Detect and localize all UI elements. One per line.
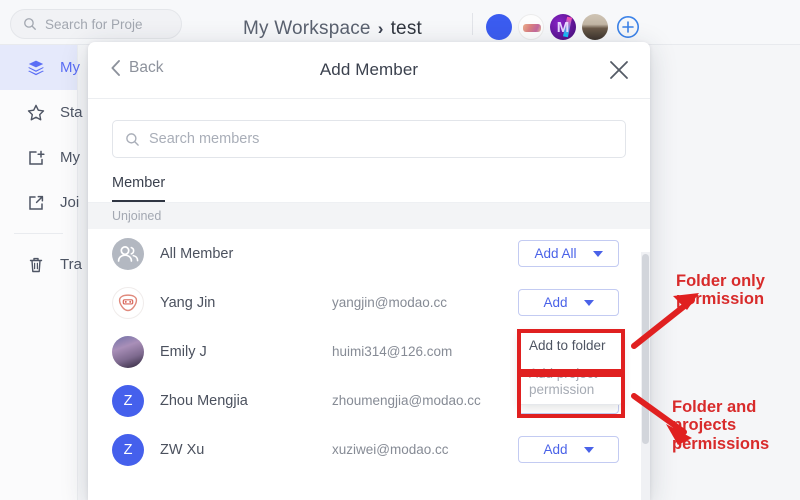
annotation-folder-and-projects: Folder and projects permissions xyxy=(672,398,800,453)
app-root: Search for Proje My Workspace › test xyxy=(0,0,800,500)
all-member-group-icon xyxy=(112,238,144,270)
add-member-modal: Back Add Member Search members Member Un… xyxy=(88,42,650,500)
add-all-button[interactable]: Add All xyxy=(518,240,619,267)
layers-icon xyxy=(26,58,46,78)
breadcrumb-root[interactable]: My Workspace xyxy=(243,18,371,40)
member-search-placeholder: Search members xyxy=(149,131,259,147)
sidebar-item-label: My xyxy=(60,59,80,76)
member-email: yangjin@modao.cc xyxy=(332,295,447,310)
caret-down-icon[interactable] xyxy=(584,447,594,453)
avatar-initial: Z xyxy=(124,442,133,458)
member-avatar-stack xyxy=(486,14,640,40)
sidebar-item-my-created[interactable]: My xyxy=(0,135,77,180)
add-all-button-label: Add All xyxy=(534,246,576,261)
add-button[interactable]: Add xyxy=(518,289,619,316)
table-row[interactable]: Yang Jin yangjin@modao.cc Add xyxy=(88,278,650,327)
table-row[interactable]: All Member Add All xyxy=(88,229,650,278)
avatar-2[interactable] xyxy=(518,14,544,40)
global-search-input[interactable]: Search for Proje xyxy=(10,9,182,39)
modal-title: Add Member xyxy=(88,60,650,80)
member-name: All Member xyxy=(160,246,332,262)
member-email: huimi314@126.com xyxy=(332,344,452,359)
avatar-4[interactable] xyxy=(582,14,608,40)
topbar-divider xyxy=(472,13,473,35)
zw-xu-avatar: Z xyxy=(112,434,144,466)
avatar-3[interactable] xyxy=(550,14,576,40)
member-email: xuziwei@modao.cc xyxy=(332,442,449,457)
sidebar-item-label: Joi xyxy=(60,194,79,211)
breadcrumb-separator-icon: › xyxy=(378,19,384,39)
add-project-icon xyxy=(26,148,46,168)
sidebar-divider xyxy=(14,233,63,234)
member-email: zhoumengjia@modao.cc xyxy=(332,393,481,408)
add-button-label: Add xyxy=(543,442,567,457)
sidebar-item-label: Sta xyxy=(60,104,83,121)
sidebar-item-starred[interactable]: Sta xyxy=(0,90,77,135)
emily-j-avatar xyxy=(112,336,144,368)
yang-jin-avatar xyxy=(112,287,144,319)
search-icon xyxy=(125,132,140,147)
table-row[interactable]: Z ZW Xu xuziwei@modao.cc Add xyxy=(88,425,650,474)
breadcrumb-current[interactable]: test xyxy=(391,18,422,40)
avatar-1[interactable] xyxy=(486,14,512,40)
joined-project-icon xyxy=(26,193,46,213)
annotation-folder-only: Folder only permission xyxy=(676,272,800,309)
global-search-placeholder: Search for Proje xyxy=(45,17,143,32)
tab-member[interactable]: Member xyxy=(112,175,165,202)
sidebar-item-label: My xyxy=(60,149,80,166)
add-permission-dropdown: Add to folder Add project permission xyxy=(519,331,622,405)
group-header-unjoined: Unjoined xyxy=(88,203,650,229)
add-button-label: Add xyxy=(543,295,567,310)
member-name: Zhou Mengjia xyxy=(160,393,332,409)
search-icon xyxy=(23,17,37,31)
dropdown-item-add-project-permission[interactable]: Add project permission xyxy=(520,360,621,404)
close-icon[interactable] xyxy=(608,59,630,81)
member-name: Yang Jin xyxy=(160,295,332,311)
app-topbar: Search for Proje My Workspace › test xyxy=(0,0,800,45)
dropdown-item-add-to-folder[interactable]: Add to folder xyxy=(520,332,621,360)
sidebar-item-my-projects[interactable]: My xyxy=(0,45,77,90)
sidebar-item-joined[interactable]: Joi xyxy=(0,180,77,225)
sidebar: My Sta My Joi xyxy=(0,45,78,500)
modal-header: Back Add Member xyxy=(88,42,650,99)
avatar-initial: Z xyxy=(124,393,133,409)
list-scrollbar-thumb[interactable] xyxy=(642,254,649,444)
zhou-mengjia-avatar: Z xyxy=(112,385,144,417)
caret-down-icon[interactable] xyxy=(593,251,603,257)
caret-down-icon[interactable] xyxy=(584,300,594,306)
member-name: ZW Xu xyxy=(160,442,332,458)
breadcrumb: My Workspace › test xyxy=(243,18,422,40)
trash-icon xyxy=(26,255,46,275)
member-search-input[interactable]: Search members xyxy=(112,120,626,158)
star-icon xyxy=(26,103,46,123)
member-search-wrap: Search members xyxy=(88,99,650,158)
add-button[interactable]: Add xyxy=(518,436,619,463)
plus-circle-icon[interactable] xyxy=(616,15,640,39)
member-name: Emily J xyxy=(160,344,332,360)
sidebar-item-trash[interactable]: Tra xyxy=(0,242,77,287)
sidebar-item-label: Tra xyxy=(60,256,82,273)
modal-tabs: Member xyxy=(88,174,650,203)
